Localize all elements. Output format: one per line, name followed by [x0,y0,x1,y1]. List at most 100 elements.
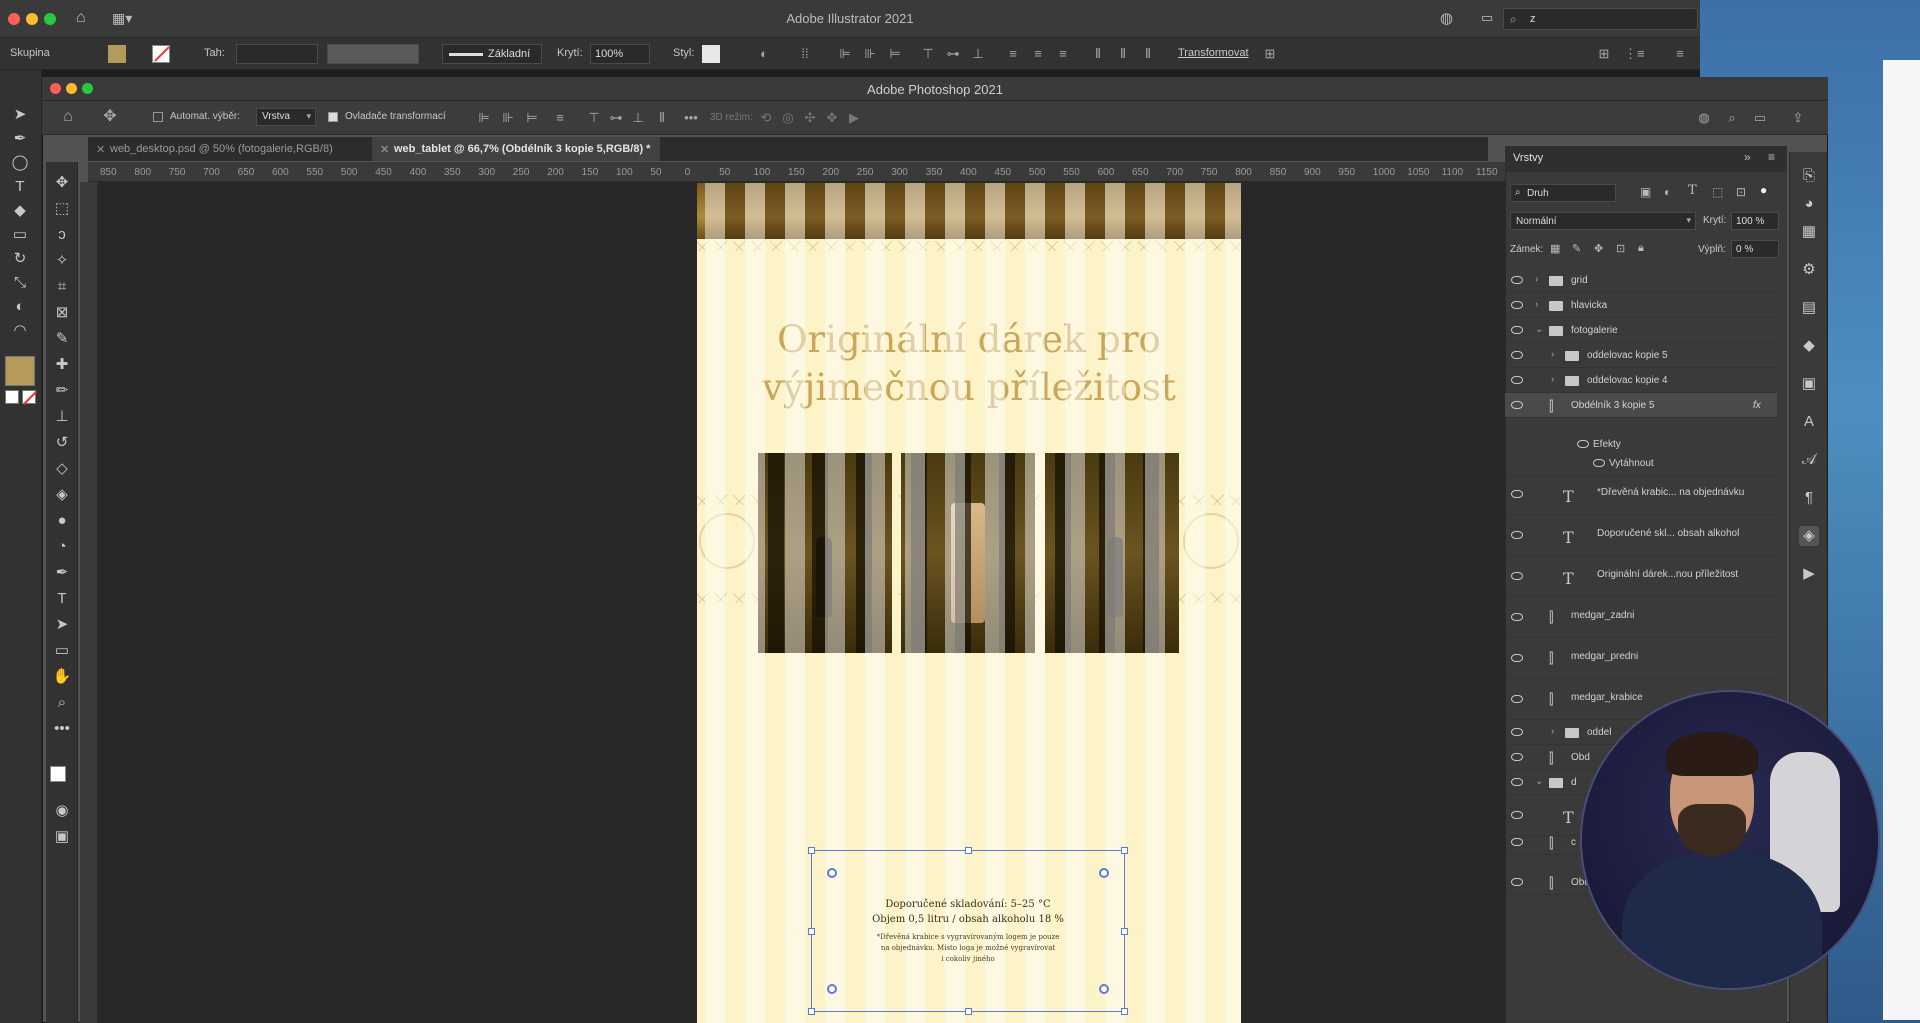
arrange-icon[interactable]: ⊞ [1596,46,1612,62]
eyedropper-icon[interactable]: ✎ [50,328,74,350]
corner-radius-handle[interactable] [1099,868,1109,878]
auto-select-target-select[interactable]: Vrstva ▾ [256,108,316,126]
transform-handle[interactable] [1121,847,1128,854]
arrange-documents-icon[interactable]: ▭ [1481,10,1493,26]
eraser-tool-icon[interactable]: ◆ [8,200,32,222]
screen-mode-icon[interactable]: ▣ [50,826,74,848]
distribute-left-icon[interactable]: ⫴ [1090,46,1106,62]
lock-all-icon[interactable]: 🔒︎ [1638,242,1644,255]
zoom-tool-icon[interactable]: ⌕ [50,692,74,714]
layer-row[interactable]: › oddelovac kopie 5 [1505,343,1777,368]
visibility-eye-icon[interactable] [1511,753,1523,761]
auto-select-checkbox[interactable] [153,112,163,122]
default-colors-icon[interactable] [5,390,19,404]
selection-tool-icon[interactable]: ➤ [8,104,32,126]
align-bottom-icon[interactable]: ⊥ [970,46,986,62]
lock-artboard-icon[interactable]: ⊡ [1616,242,1625,255]
collapse-panel-icon[interactable]: » [1744,150,1751,164]
filter-pixel-icon[interactable]: ▣ [1640,185,1651,199]
close-tab-icon[interactable]: ✕ [96,143,105,156]
actions-panel-icon[interactable]: ▶ [1799,564,1819,584]
align-right-icon[interactable]: ⊨ [887,46,903,62]
transform-handle[interactable] [808,928,815,935]
transform-handle[interactable] [1121,1008,1128,1015]
layer-row[interactable]: Vytáhnout [1505,451,1777,476]
isolate-group-icon[interactable]: ⊞ [1262,46,1278,62]
visibility-eye-icon[interactable] [1511,531,1523,539]
clone-stamp-icon[interactable]: ⊥ [50,406,74,428]
crop-tool-icon[interactable]: ⌗ [50,276,74,298]
transform-link[interactable]: Transformovat [1178,47,1249,59]
visibility-eye-icon[interactable] [1511,572,1523,580]
visibility-eye-icon[interactable] [1511,778,1523,786]
eraser-icon[interactable]: ◇ [50,458,74,480]
visibility-eye-icon[interactable] [1511,728,1523,736]
variable-width-profile[interactable] [327,44,419,64]
move-tool-icon[interactable]: ✥ [50,172,74,194]
visibility-eye-icon[interactable] [1511,351,1523,359]
transform-handle[interactable] [808,1008,815,1015]
align-top-icon[interactable]: ⊤ [920,46,936,62]
close-tab-icon[interactable]: ✕ [380,143,389,156]
visibility-eye-icon[interactable] [1511,326,1523,334]
history-panel-icon[interactable]: ⎘ [1799,166,1819,186]
ellipse-tool-icon[interactable]: ◯ [8,152,32,174]
layers-tab[interactable]: Vrstvy [1513,152,1543,164]
lock-image-icon[interactable]: ✎ [1572,242,1581,255]
fill-swatch[interactable] [108,45,126,63]
ps-search-icon[interactable]: ⌕ [1724,110,1740,126]
blur-tool-icon[interactable]: ● [50,510,74,532]
ps-distribute-icon[interactable]: ≡ [552,110,568,126]
chevron-down-icon[interactable]: ⌄ [1535,324,1543,335]
visibility-eye-icon[interactable] [1511,838,1523,846]
adjustments-panel-icon[interactable]: ⚙ [1799,260,1819,280]
frame-tool-icon[interactable]: ⊠ [50,302,74,324]
transform-handle[interactable] [965,1008,972,1015]
visibility-eye-icon[interactable] [1511,695,1523,703]
ps-align-top-icon[interactable]: ⊤ [586,110,602,126]
align-middle-v-icon[interactable]: ⊶ [945,46,961,62]
ps-workspace-icon[interactable]: ▭ [1752,110,1768,126]
rectangle-tool-icon[interactable]: ▭ [8,224,32,246]
layer-row[interactable]: › oddelovac kopie 4 [1505,368,1777,393]
layer-fill-field[interactable]: 0 % [1731,240,1779,258]
color-panel-icon[interactable]: ◕ [1799,194,1819,214]
layer-effects-badge[interactable]: fx [1753,400,1761,411]
paragraph-panel-icon[interactable]: ¶ [1799,488,1819,508]
libraries-panel-icon[interactable]: ▤ [1799,298,1819,318]
move-tool-preset-icon[interactable]: ✥ [102,109,118,125]
visibility-eye-icon[interactable] [1511,301,1523,309]
distribute-middle-icon[interactable]: ≡ [1030,46,1046,62]
chevron-right-icon[interactable]: › [1551,374,1554,385]
ps-align-right-icon[interactable]: ⊨ [524,110,540,126]
transform-handle[interactable] [1121,928,1128,935]
filter-type-icon[interactable]: T [1688,183,1697,198]
brush-tool-icon[interactable]: ✏ [50,380,74,402]
properties-panel-icon[interactable]: ▣ [1799,374,1819,394]
corner-radius-handle[interactable] [1099,984,1109,994]
brush-definition-select[interactable]: Základní [442,44,542,64]
marquee-tool-icon[interactable]: ⬚ [50,198,74,220]
corner-radius-handle[interactable] [827,984,837,994]
ps-align-left-icon[interactable]: ⊫ [476,110,492,126]
character-panel-icon[interactable]: A [1799,412,1819,432]
shape-builder-icon[interactable]: ◐ [8,296,32,318]
layers-panel-icon[interactable]: ◈ [1799,526,1819,546]
user-icon[interactable]: ◍ [1440,9,1453,27]
layer-row[interactable]: › grid [1505,268,1777,293]
filter-toggle-icon[interactable]: ● [1760,183,1767,197]
history-brush-icon[interactable]: ↺ [50,432,74,454]
swatches-panel-icon[interactable]: ▦ [1799,222,1819,242]
control-menu-icon[interactable]: ≡ [1672,46,1688,62]
layer-opacity-field[interactable]: 100 % [1731,212,1779,230]
path-selection-icon[interactable]: ➤ [50,614,74,636]
hand-tool-icon[interactable]: ✋ [50,666,74,688]
share-icon[interactable]: ⇪ [1790,110,1806,126]
layer-row[interactable]: T Originální dárek...nou příležitost [1505,556,1777,597]
chevron-right-icon[interactable]: › [1535,274,1538,285]
transform-controls-checkbox[interactable] [328,112,338,122]
edit-toolbar-icon[interactable]: ••• [50,718,74,740]
quick-mask-icon[interactable]: ◉ [50,800,74,822]
panel-options-icon[interactable]: ⋮≡ [1624,46,1645,62]
layer-row[interactable]: T Doporučené skl... obsah alkohol [1505,515,1777,556]
